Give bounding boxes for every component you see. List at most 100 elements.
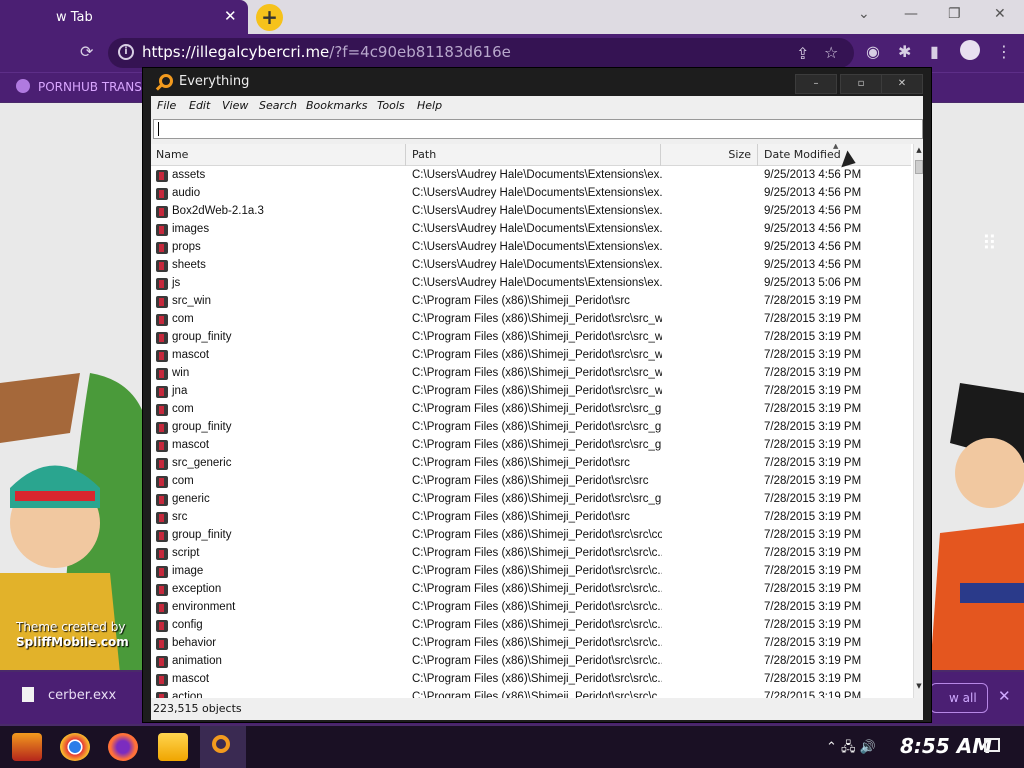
new-tab-button[interactable]: + — [256, 4, 283, 31]
result-date: 7/28/2015 3:19 PM — [764, 655, 862, 667]
result-row[interactable]: sheets C:\Users\Audrey Hale\Documents\Ext… — [151, 257, 911, 275]
result-row[interactable]: mascot C:\Program Files (x86)\Shimeji_Per… — [151, 437, 911, 455]
notifications-icon[interactable] — [984, 738, 1000, 752]
folder-icon — [156, 656, 168, 668]
result-path: C:\Program Files (x86)\Shimeji_Peridot\s… — [412, 331, 662, 343]
result-row[interactable]: src_win C:\Program Files (x86)\Shimeji_Pe… — [151, 293, 911, 311]
tab-close-icon[interactable]: ✕ — [224, 7, 237, 25]
scroll-up-icon[interactable]: ▲ — [914, 146, 923, 158]
address-bar[interactable]: i https://illegalcybercri.me/?f=4c90eb81… — [108, 38, 854, 68]
result-row[interactable]: com C:\Program Files (x86)\Shimeji_Perido… — [151, 401, 911, 419]
system-tray[interactable]: ⌃ 🖧 🔊 — [826, 738, 876, 760]
show-all-downloads-button[interactable]: w all — [930, 683, 988, 713]
scroll-thumb[interactable] — [915, 160, 923, 174]
result-date: 9/25/2013 4:56 PM — [764, 259, 862, 271]
browser-menu-icon[interactable]: ⋮ — [996, 42, 1012, 61]
result-row[interactable]: behavior C:\Program Files (x86)\Shimeji_P… — [151, 635, 911, 653]
vertical-scrollbar[interactable]: ▲ ▼ — [913, 144, 923, 698]
result-path: C:\Program Files (x86)\Shimeji_Peridot\s… — [412, 655, 662, 667]
window-restore-button[interactable]: ❐ — [948, 6, 961, 22]
everything-taskbar-icon[interactable] — [200, 726, 246, 768]
account-avatar-icon[interactable] — [960, 40, 980, 60]
folder-icon — [156, 584, 168, 596]
result-row[interactable]: image C:\Program Files (x86)\Shimeji_Peri… — [151, 563, 911, 581]
column-path[interactable]: Path — [406, 144, 661, 166]
tab-search-chevron-icon[interactable]: ⌄ — [858, 6, 870, 22]
result-name: script — [172, 547, 200, 559]
menu-search[interactable]: Search — [259, 99, 297, 112]
result-row[interactable]: group_finity C:\Program Files (x86)\Shime… — [151, 329, 911, 347]
folder-icon — [156, 296, 168, 308]
menu-edit[interactable]: Edit — [189, 99, 210, 112]
folder-icon — [156, 278, 168, 290]
result-row[interactable]: com C:\Program Files (x86)\Shimeji_Perido… — [151, 311, 911, 329]
result-path: C:\Program Files (x86)\Shimeji_Peridot\s… — [412, 619, 662, 631]
result-row[interactable]: script C:\Program Files (x86)\Shimeji_Per… — [151, 545, 911, 563]
result-row[interactable]: environment C:\Program Files (x86)\Shimej… — [151, 599, 911, 617]
column-name[interactable]: Name — [151, 144, 406, 166]
side-panel-icon[interactable]: ▮ — [930, 42, 939, 61]
bookmark-star-icon[interactable]: ☆ — [824, 43, 838, 62]
file-explorer-taskbar-icon[interactable] — [158, 733, 188, 761]
ev-close-button[interactable]: ✕ — [881, 74, 923, 94]
menu-bookmarks[interactable]: Bookmarks — [306, 99, 367, 112]
result-row[interactable]: src C:\Program Files (x86)\Shimeji_Perido… — [151, 509, 911, 527]
scroll-down-icon[interactable]: ▼ — [914, 682, 923, 694]
site-info-icon[interactable]: i — [118, 44, 134, 60]
profile-extension-icon[interactable]: ◉ — [866, 42, 880, 61]
menu-help[interactable]: Help — [417, 99, 442, 112]
download-item[interactable]: cerber.exx — [22, 687, 116, 703]
result-row[interactable]: js C:\Users\Audrey Hale\Documents\Extensi… — [151, 275, 911, 293]
result-row[interactable]: src_generic C:\Program Files (x86)\Shimej… — [151, 455, 911, 473]
result-row[interactable]: images C:\Users\Audrey Hale\Documents\Ext… — [151, 221, 911, 239]
everything-titlebar[interactable]: Everything – ▫ ✕ — [143, 68, 931, 96]
result-row[interactable]: exception C:\Program Files (x86)\Shimeji_… — [151, 581, 911, 599]
result-row[interactable]: group_finity C:\Program Files (x86)\Shime… — [151, 527, 911, 545]
result-row[interactable]: action C:\Program Files (x86)\Shimeji_Per… — [151, 689, 911, 698]
menu-tools[interactable]: Tools — [377, 99, 405, 112]
result-name: mascot — [172, 439, 210, 451]
result-row[interactable]: mascot C:\Program Files (x86)\Shimeji_Per… — [151, 671, 911, 689]
start-button-icon[interactable] — [12, 733, 42, 761]
result-name: assets — [172, 169, 206, 181]
result-date: 7/28/2015 3:19 PM — [764, 529, 862, 541]
result-path: C:\Users\Audrey Hale\Documents\Extension… — [412, 241, 662, 253]
result-row[interactable]: config C:\Program Files (x86)\Shimeji_Per… — [151, 617, 911, 635]
result-row[interactable]: props C:\Users\Audrey Hale\Documents\Exte… — [151, 239, 911, 257]
firefox-taskbar-icon[interactable] — [108, 733, 138, 761]
bookmark-item[interactable]: PORNHUB TRANS — [16, 79, 142, 94]
ev-minimize-button[interactable]: – — [795, 74, 837, 94]
apps-grid-icon[interactable]: ⠿ — [982, 231, 997, 255]
result-path: C:\Program Files (x86)\Shimeji_Peridot\s… — [412, 637, 662, 649]
menu-file[interactable]: File — [157, 99, 176, 112]
search-input[interactable] — [153, 119, 923, 139]
column-size[interactable]: Size — [661, 144, 758, 166]
window-close-button[interactable]: ✕ — [994, 6, 1006, 22]
column-header: Name Path Size Date Modified ▲ — [151, 144, 911, 166]
result-row[interactable]: Box2dWeb-2.1a.3 C:\Users\Audrey Hale\Docu… — [151, 203, 911, 221]
result-row[interactable]: jna C:\Program Files (x86)\Shimeji_Perido… — [151, 383, 911, 401]
window-minimize-button[interactable]: — — [904, 6, 918, 22]
result-row[interactable]: generic C:\Program Files (x86)\Shimeji_Pe… — [151, 491, 911, 509]
extensions-puzzle-icon[interactable]: ✱ — [898, 42, 911, 61]
result-date: 7/28/2015 3:19 PM — [764, 349, 862, 361]
result-row[interactable]: animation C:\Program Files (x86)\Shimeji_… — [151, 653, 911, 671]
download-bar-close-icon[interactable]: ✕ — [998, 687, 1011, 705]
taskbar-clock[interactable]: 8:55 AM — [900, 734, 992, 758]
reload-icon[interactable]: ⟳ — [80, 42, 93, 61]
ev-maximize-button[interactable]: ▫ — [840, 74, 882, 94]
chrome-taskbar-icon[interactable] — [60, 733, 90, 761]
window-title: Everything — [179, 74, 250, 89]
folder-icon — [156, 206, 168, 218]
result-row[interactable]: com C:\Program Files (x86)\Shimeji_Perido… — [151, 473, 911, 491]
result-row[interactable]: group_finity C:\Program Files (x86)\Shime… — [151, 419, 911, 437]
share-icon[interactable]: ⇪ — [796, 44, 809, 63]
result-path: C:\Program Files (x86)\Shimeji_Peridot\s… — [412, 475, 649, 487]
menu-view[interactable]: View — [222, 99, 248, 112]
sort-ascending-icon: ▲ — [833, 144, 839, 150]
result-row[interactable]: mascot C:\Program Files (x86)\Shimeji_Per… — [151, 347, 911, 365]
result-row[interactable]: win C:\Program Files (x86)\Shimeji_Perido… — [151, 365, 911, 383]
result-row[interactable]: audio C:\Users\Audrey Hale\Documents\Exte… — [151, 185, 911, 203]
browser-tab-active[interactable]: w Tab ✕ — [0, 0, 248, 34]
result-row[interactable]: assets C:\Users\Audrey Hale\Documents\Ext… — [151, 167, 911, 185]
